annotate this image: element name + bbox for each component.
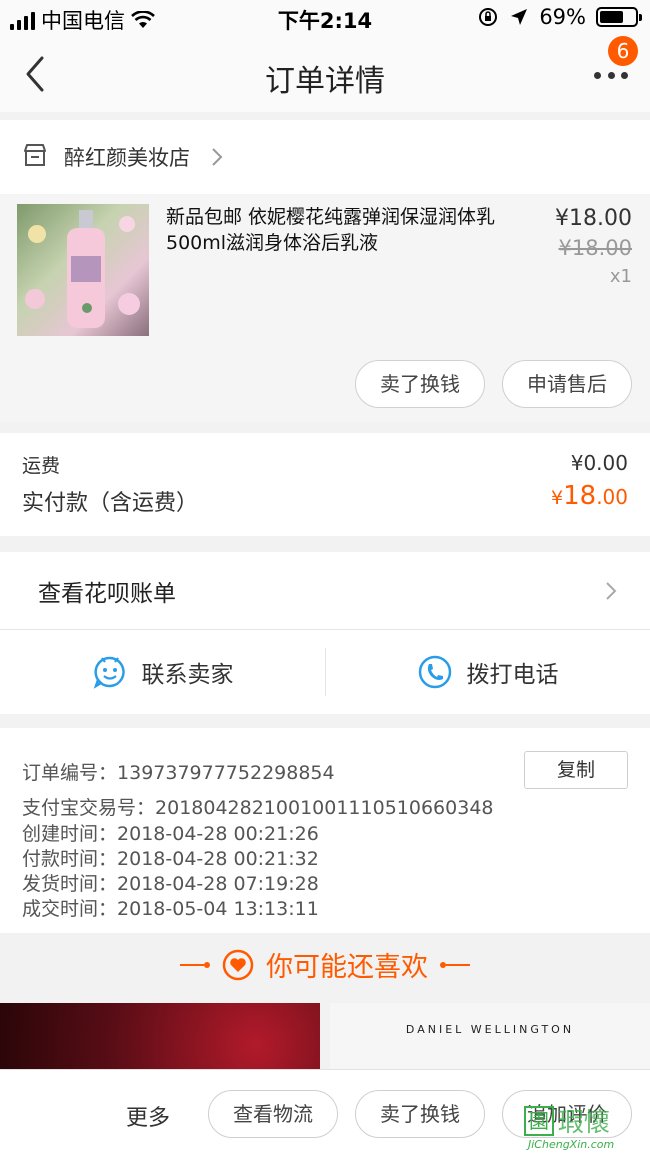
shipped-time-label: 发货时间： [22,873,118,895]
created-time: 2018-04-28 00:21:26 [117,823,319,845]
more-button[interactable]: 更多 [126,1100,170,1132]
paid-time-line: 付款时间：2018-04-28 00:21:32 [22,844,319,871]
done-time: 2018-05-04 13:13:11 [117,898,319,920]
call-phone-button[interactable]: 拨打电话 [325,630,650,714]
product-card[interactable]: 新品包邮 依妮樱花纯露弹润保湿润体乳500ml滋润身体浴后乳液 ¥18.00 ¥… [0,194,650,422]
resell-button[interactable]: 卖了换钱 [355,1090,485,1138]
page-title: 订单详情 [265,64,385,99]
battery-percent: 69% [539,5,586,29]
location-icon [511,9,528,25]
rotation-lock-icon [479,8,498,26]
huabei-label: 查看花呗账单 [38,581,176,607]
shop-name: 醉红颜美妆店 [64,146,190,170]
paid-integer: 18 [563,481,597,511]
paid-decimal: .00 [596,485,628,509]
product-original-price: ¥18.00 [558,236,632,260]
battery-icon [596,7,642,27]
view-logistics-button[interactable]: 查看物流 [208,1090,338,1138]
product-price: ¥18.00 [555,206,632,231]
product-title[interactable]: 新品包邮 依妮樱花纯露弹润保湿润体乳500ml滋润身体浴后乳液 [166,204,538,256]
shop-row[interactable]: 醉红颜美妆店 [0,120,650,194]
paid-amount: ¥18.00 [551,481,628,511]
store-icon [24,144,46,166]
chevron-right-icon [212,148,223,166]
after-sales-button[interactable]: 申请售后 [502,360,632,408]
recommend-header: 你可能还喜欢 [0,933,650,1003]
call-phone-label: 拨打电话 [466,662,559,688]
order-number-label: 订单编号： [22,762,118,784]
created-time-label: 创建时间： [22,823,118,845]
phone-icon [418,655,451,689]
status-bar: 中国电信 下午2:14 69% [0,0,650,36]
watermark-logo: 園 瑕懷 JiChengXin.com [524,1100,644,1156]
paid-time: 2018-04-28 00:21:32 [117,848,319,870]
alipay-number-label: 支付宝交易号： [22,797,156,819]
heart-icon [222,949,254,980]
recommend-title: 你可能还喜欢 [266,952,428,983]
shipping-value: ¥0.00 [570,451,628,475]
done-time-line: 成交时间：2018-05-04 13:13:11 [22,894,319,921]
order-number: 139737977752298854 [117,762,335,784]
shipped-time: 2018-04-28 07:19:28 [117,873,319,895]
contact-bar: 联系卖家 拨打电话 [0,630,650,714]
paid-time-label: 付款时间： [22,848,118,870]
order-info: 订单编号：139737977752298854 复制 支付宝交易号：201804… [0,728,650,933]
chevron-right-icon [606,582,617,600]
decorative-line [180,961,210,968]
contact-seller-button[interactable]: 联系卖家 [0,630,325,714]
alipay-number-line: 支付宝交易号：2018042821001001110510660348 [22,793,494,820]
paid-label: 实付款（含运费） [22,491,199,516]
product-quantity: x1 [609,266,632,287]
notification-badge: 6 [608,36,638,66]
watermark-url: JiChengXin.com [528,1138,615,1151]
contact-seller-label: 联系卖家 [141,662,234,688]
recommend-grid: DANIEL WELLINGTON [0,1003,650,1073]
fee-summary: 运费 ¥0.00 实付款（含运费） ¥18.00 [0,433,650,536]
shipped-time-line: 发货时间：2018-04-28 07:19:28 [22,869,319,896]
alipay-number: 2018042821001001110510660348 [155,797,494,819]
decorative-line [440,961,470,968]
recommend-item-image[interactable] [0,1003,320,1073]
resell-button[interactable]: 卖了换钱 [355,360,485,408]
order-number-line: 订单编号：139737977752298854 [22,758,335,785]
done-time-label: 成交时间： [22,898,118,920]
shipping-label: 运费 [22,455,61,477]
created-time-line: 创建时间：2018-04-28 00:21:26 [22,819,319,846]
brand-label: DANIEL WELLINGTON [405,1023,575,1036]
huabei-bill-row[interactable]: 查看花呗账单 [0,552,650,630]
chat-icon [93,656,125,689]
copy-button[interactable]: 复制 [524,751,628,789]
nav-bar: 订单详情 6 [0,36,650,112]
recommend-item-image[interactable]: DANIEL WELLINGTON [330,1003,650,1073]
product-image[interactable] [17,204,149,336]
paid-currency: ¥ [551,487,564,509]
